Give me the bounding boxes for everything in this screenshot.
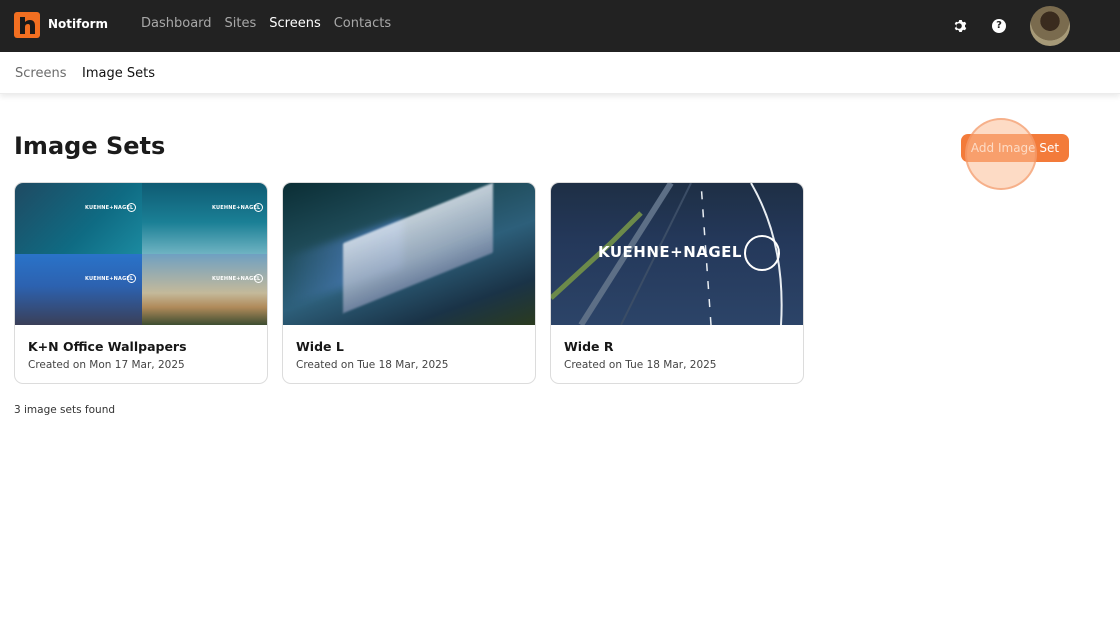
sub-nav: Screens Image Sets: [0, 52, 1120, 94]
avatar[interactable]: [1030, 6, 1070, 46]
gear-icon[interactable]: [951, 18, 967, 34]
card-date: Created on Mon 17 Mar, 2025: [28, 359, 185, 371]
page-title: Image Sets: [14, 132, 166, 160]
image-set-card[interactable]: Wide L Created on Tue 18 Mar, 2025: [282, 182, 536, 384]
nav-contacts[interactable]: Contacts: [334, 16, 391, 31]
notiform-logo-icon[interactable]: [14, 12, 40, 38]
card-date: Created on Tue 18 Mar, 2025: [296, 359, 449, 371]
image-set-card[interactable]: KUEHNE+NAGEL Wide R Created on Tue 18 Ma…: [550, 182, 804, 384]
card-thumbnail: KUEHNE+NAGEL: [551, 183, 803, 325]
main-nav: Dashboard Sites Screens Contacts: [141, 16, 391, 31]
help-icon[interactable]: ?: [992, 19, 1006, 33]
nav-dashboard[interactable]: Dashboard: [141, 16, 212, 31]
card-title: Wide L: [296, 339, 344, 354]
nav-screens[interactable]: Screens: [269, 16, 320, 31]
top-navbar: Notiform Dashboard Sites Screens Contact…: [0, 0, 1120, 52]
brand-name: Notiform: [48, 17, 109, 31]
nav-sites[interactable]: Sites: [225, 16, 257, 31]
tab-screens[interactable]: Screens: [15, 66, 66, 81]
image-set-grid: KUEHNE+NAGEL KUEHNE+NAGEL KUEHNE+NAGEL K…: [14, 182, 804, 384]
result-count: 3 image sets found: [14, 404, 116, 416]
anchor-logo-icon: [744, 235, 780, 271]
click-ripple: [965, 118, 1037, 190]
card-title: Wide R: [564, 339, 614, 354]
card-title: K+N Office Wallpapers: [28, 339, 187, 354]
tab-image-sets[interactable]: Image Sets: [82, 66, 155, 81]
card-thumbnail: [283, 183, 535, 325]
brand-logo: KUEHNE+NAGEL: [598, 243, 742, 261]
card-date: Created on Tue 18 Mar, 2025: [564, 359, 717, 371]
image-set-card[interactable]: KUEHNE+NAGEL KUEHNE+NAGEL KUEHNE+NAGEL K…: [14, 182, 268, 384]
card-thumbnail: KUEHNE+NAGEL KUEHNE+NAGEL KUEHNE+NAGEL K…: [15, 183, 267, 325]
